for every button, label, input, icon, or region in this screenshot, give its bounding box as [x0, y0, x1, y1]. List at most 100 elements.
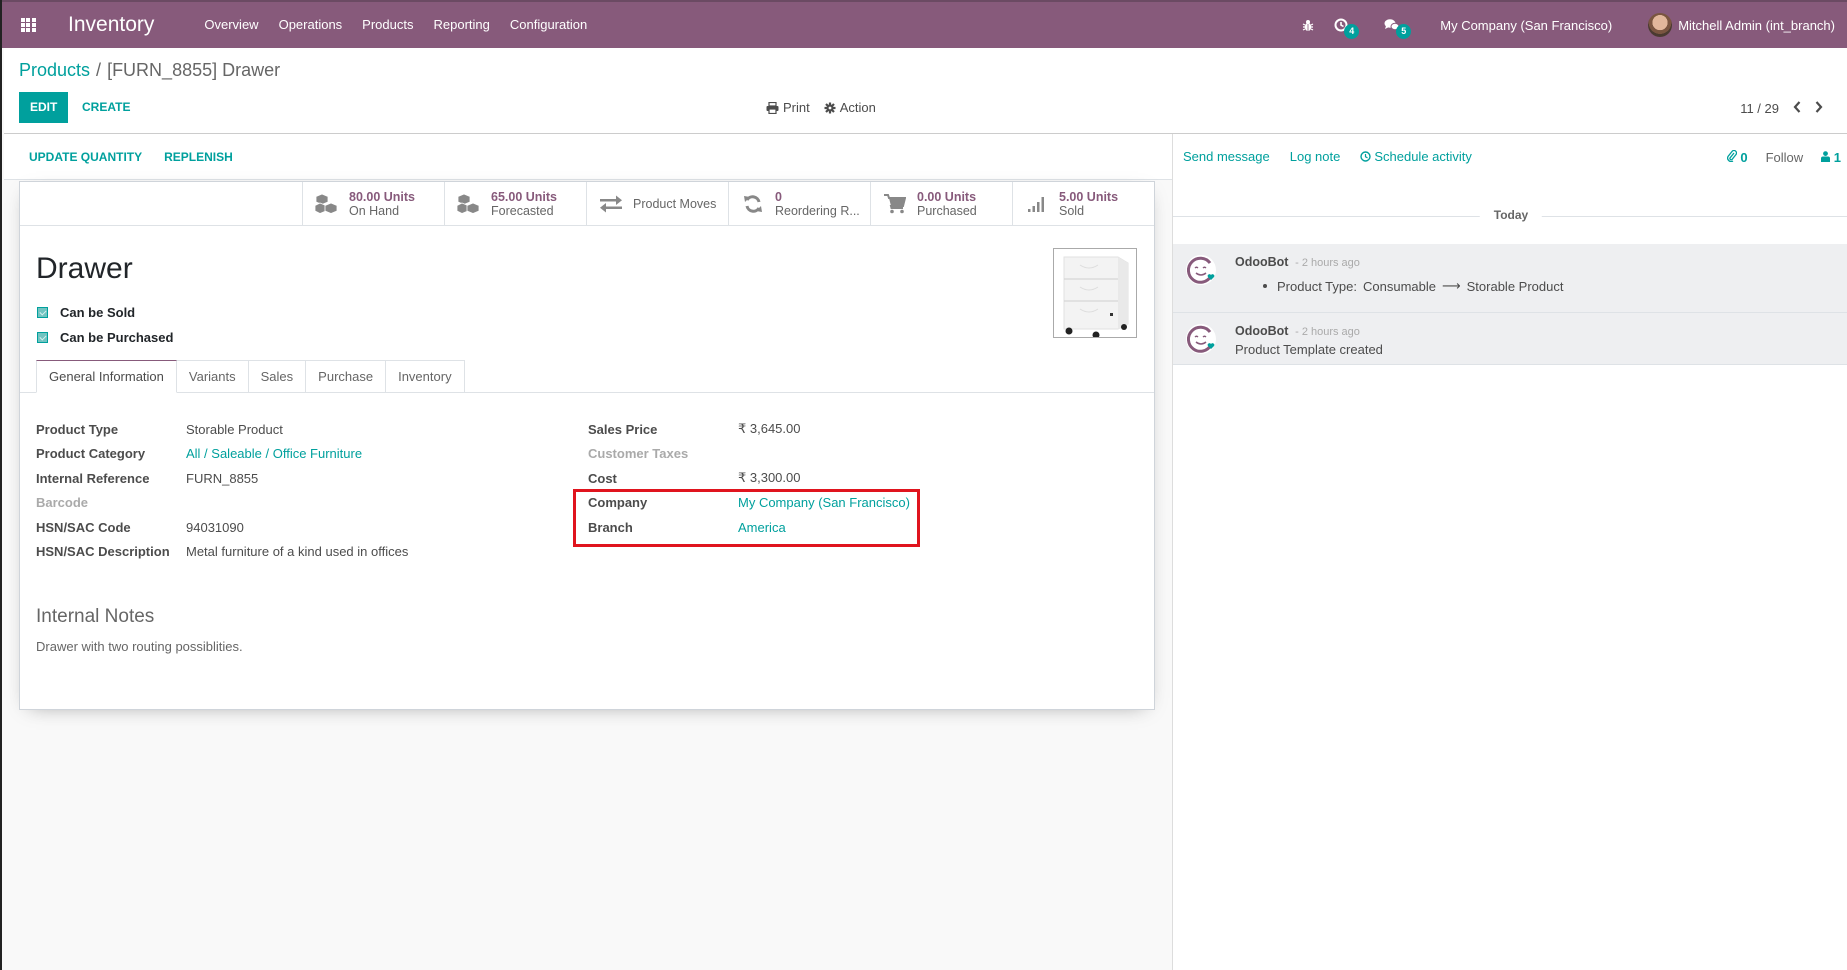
checkbox-checked-icon	[37, 332, 48, 343]
odoobot-avatar[interactable]	[1185, 323, 1217, 355]
app-name[interactable]: Inventory	[68, 13, 154, 37]
activities-button[interactable]: 4	[1324, 18, 1374, 39]
log-note-button[interactable]: Log note	[1290, 149, 1341, 164]
sold-value: 5.00 Units	[1059, 190, 1119, 204]
on-hand-button[interactable]: 80.00 Units On Hand	[302, 182, 444, 226]
message-body: Product Template created	[1235, 342, 1383, 357]
action-dropdown[interactable]: Action	[824, 100, 876, 115]
forecasted-button[interactable]: 65.00 Units Forecasted	[444, 182, 586, 226]
print-icon	[766, 101, 779, 114]
signal-icon	[1023, 195, 1051, 213]
field-sales-price: Sales Price ₹ 3,645.00	[588, 421, 801, 437]
chatter-topbar: Send message Log note Schedule activity …	[1173, 134, 1847, 180]
message-author[interactable]: OdooBot	[1235, 324, 1288, 338]
field-internal-reference: Internal Reference FURN_8855	[36, 470, 259, 486]
chatter-message: OdooBot - 2 hours ago Product Type: Cons…	[1173, 244, 1847, 313]
reordering-rules-label: Reordering R...	[775, 204, 860, 218]
schedule-activity-button[interactable]: Schedule activity	[1360, 149, 1472, 164]
product-image[interactable]	[1053, 248, 1137, 338]
tab-inventory[interactable]: Inventory	[386, 360, 465, 393]
breadcrumb-current: [FURN_8855] Drawer	[107, 60, 281, 80]
on-hand-value: 80.00 Units	[349, 190, 416, 204]
product-moves-button[interactable]: Product Moves	[586, 182, 728, 226]
messages-button[interactable]: 5	[1374, 18, 1430, 39]
tab-general-information[interactable]: General Information	[36, 360, 177, 393]
can-be-sold-checkbox[interactable]: Can be Sold	[37, 305, 135, 320]
date-separator-label: Today	[1479, 208, 1543, 222]
menu-configuration[interactable]: Configuration	[500, 2, 597, 48]
breadcrumb-products-link[interactable]: Products	[19, 60, 90, 80]
print-dropdown[interactable]: Print	[766, 100, 810, 115]
tracking-value: Product Type: Consumable ⟶ Storable Prod…	[1263, 278, 1847, 294]
chevron-left-icon	[1793, 101, 1801, 113]
odoobot-avatar[interactable]	[1185, 254, 1217, 286]
menu-reporting[interactable]: Reporting	[423, 2, 499, 48]
menu-overview[interactable]: Overview	[194, 2, 268, 48]
field-hsn-sac-description: HSN/SAC Description Metal furniture of a…	[36, 544, 409, 560]
cubes-icon	[313, 193, 341, 215]
apps-menu-button[interactable]	[2, 2, 54, 48]
sold-button[interactable]: 5.00 Units Sold	[1012, 182, 1154, 226]
sidebar-actions: Print Action	[766, 100, 876, 115]
pager-next-button[interactable]	[1815, 100, 1823, 117]
user-name: Mitchell Admin (int_branch)	[1678, 17, 1835, 33]
product-category-link[interactable]: All / Saleable / Office Furniture	[186, 446, 362, 461]
can-be-sold-label: Can be Sold	[60, 305, 136, 320]
pager-value[interactable]: 11 / 29	[1740, 101, 1779, 116]
product-name: Drawer	[36, 252, 133, 285]
control-panel: Products / [FURN_8855] Drawer EDIT CREATE …	[4, 48, 1847, 134]
edit-button[interactable]: EDIT	[19, 92, 69, 123]
debug-button[interactable]	[1292, 19, 1324, 32]
form-view: UPDATE QUANTITY REPLENISH 80.00 Units On …	[4, 134, 1172, 970]
form-sheet: 80.00 Units On Hand 65.00 Units Forecasted…	[19, 181, 1155, 710]
tab-sales[interactable]: Sales	[248, 360, 307, 393]
gear-icon	[824, 102, 836, 113]
internal-notes-title: Internal Notes	[36, 606, 155, 627]
exchange-icon	[597, 195, 625, 213]
can-be-purchased-checkbox[interactable]: Can be Purchased	[37, 330, 173, 345]
attachments-button[interactable]: 0	[1726, 149, 1748, 165]
date-separator: Today	[1173, 200, 1847, 240]
message-author[interactable]: OdooBot	[1235, 255, 1288, 269]
action-label: Action	[839, 100, 876, 115]
refresh-icon	[739, 194, 767, 214]
drawer-cabinet-image	[1054, 249, 1136, 337]
purchased-button[interactable]: 0.00 Units Purchased	[870, 182, 1012, 226]
forecasted-label: Forecasted	[491, 204, 554, 218]
field-customer-taxes: Customer Taxes	[588, 446, 689, 462]
product-moves-label: Product Moves	[633, 197, 717, 211]
follow-button[interactable]: Follow	[1766, 150, 1804, 165]
breadcrumb-separator: /	[96, 60, 102, 80]
cubes-icon	[455, 193, 483, 215]
arrow-right-icon: ⟶	[1441, 278, 1461, 293]
pager-previous-button[interactable]	[1793, 100, 1801, 117]
company-switcher[interactable]: My Company (San Francisco)	[1430, 18, 1638, 33]
tab-purchase[interactable]: Purchase	[306, 360, 387, 393]
user-menu[interactable]: Mitchell Admin (int_branch)	[1638, 13, 1847, 37]
message-time: - 2 hours ago	[1295, 326, 1360, 338]
user-avatar	[1648, 13, 1673, 37]
menu-products[interactable]: Products	[352, 2, 423, 48]
purchased-label: Purchased	[917, 204, 977, 218]
update-quantity-button[interactable]: UPDATE QUANTITY	[29, 150, 142, 164]
field-cost: Cost ₹ 3,300.00	[588, 470, 801, 486]
menu-operations[interactable]: Operations	[269, 2, 353, 48]
reordering-rules-value: 0	[775, 190, 782, 204]
followers-button[interactable]: 1	[1821, 150, 1841, 165]
general-fields-left: Product Type Storable Product Product Ca…	[36, 417, 408, 564]
on-hand-label: On Hand	[349, 204, 400, 218]
pager: 11 / 29	[1740, 100, 1823, 117]
activity-count-badge: 4	[1344, 24, 1360, 39]
create-button[interactable]: CREATE	[78, 92, 134, 123]
message-count-badge: 5	[1396, 24, 1412, 39]
annotation-highlight-box	[573, 489, 920, 547]
top-navbar: Inventory Overview Operations Products R…	[2, 0, 1847, 48]
tab-variants[interactable]: Variants	[176, 360, 249, 393]
main-menu: Overview Operations Products Reporting C…	[194, 2, 597, 48]
grid-icon	[20, 18, 36, 32]
replenish-button[interactable]: REPLENISH	[164, 150, 233, 164]
send-message-button[interactable]: Send message	[1183, 149, 1270, 164]
chatter-message: OdooBot - 2 hours ago Product Template c…	[1173, 313, 1847, 365]
internal-notes-text: Drawer with two routing possiblities.	[36, 639, 243, 654]
reordering-rules-button[interactable]: 0 Reordering R...	[728, 182, 870, 226]
